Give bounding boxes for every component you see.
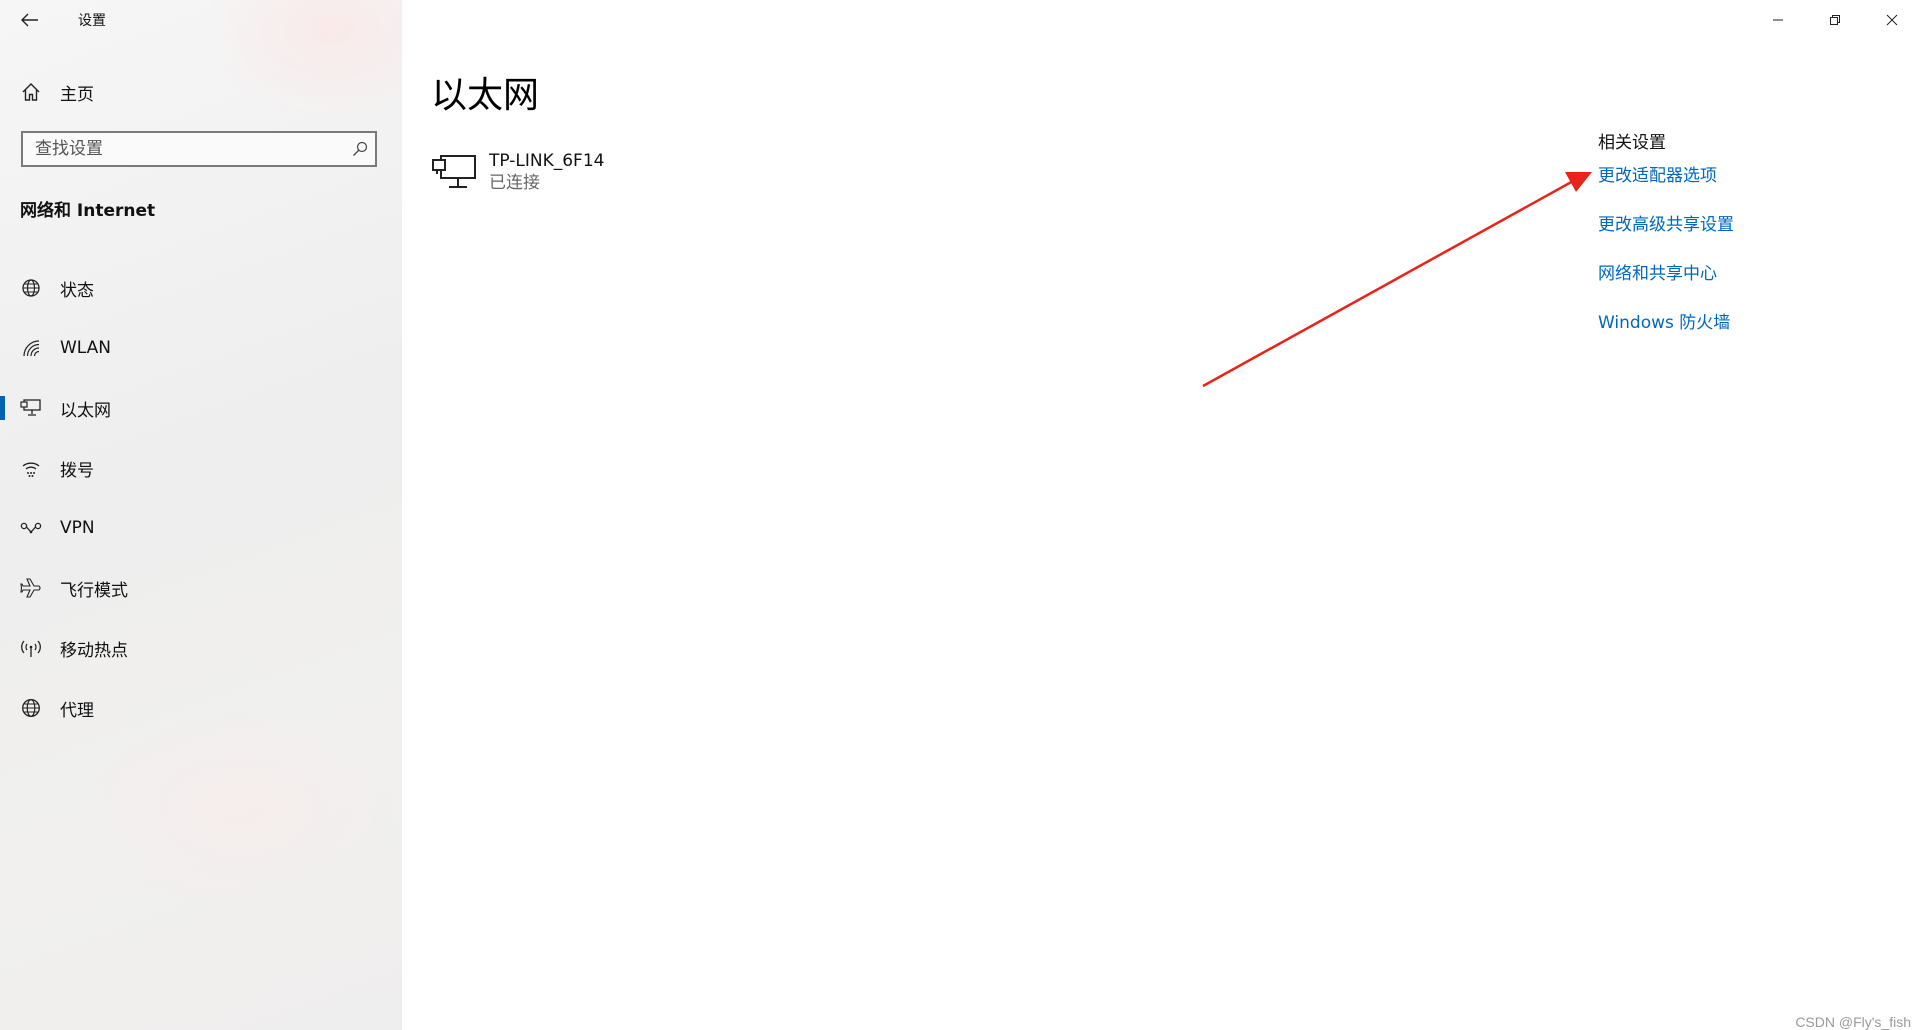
link-change-adapter-options[interactable]: 更改适配器选项 [1598, 165, 1734, 214]
home-label: 主页 [60, 84, 94, 105]
sidebar-item-label: 移动热点 [60, 640, 128, 661]
sidebar-item-proxy[interactable]: 代理 [0, 678, 402, 738]
network-item[interactable]: TP-LINK_6F14 已连接 [431, 150, 604, 194]
airplane-icon [20, 577, 42, 599]
restore-button[interactable] [1806, 0, 1863, 40]
vpn-icon [20, 517, 42, 539]
hotspot-icon [20, 637, 42, 659]
nav-list: 状态 WLAN 以太网 拨号 VPN 飞行模式 移动热点 代理 [0, 258, 402, 738]
app-title: 设置 [78, 13, 106, 29]
restore-icon [1829, 15, 1840, 25]
ethernet-icon [20, 397, 42, 419]
main-content: 以太网 TP-LINK_6F14 已连接 相关设置 更改适配器选项 更改高级共享… [402, 0, 1920, 1030]
sidebar-item-dialup[interactable]: 拨号 [0, 438, 402, 498]
minimize-icon [1772, 19, 1783, 21]
back-arrow-icon [21, 13, 38, 27]
window-controls [1749, 0, 1920, 40]
network-name: TP-LINK_6F14 [489, 151, 605, 171]
sidebar-item-vpn[interactable]: VPN [0, 498, 402, 558]
close-button[interactable] [1863, 0, 1920, 40]
page-title: 以太网 [431, 75, 540, 116]
minimize-button[interactable] [1749, 0, 1806, 40]
sidebar-item-label: WLAN [60, 338, 112, 358]
watermark: CSDN @Fly's_fish [1795, 1014, 1911, 1030]
sidebar-item-label: 状态 [60, 280, 94, 301]
sidebar-item-airplane[interactable]: 飞行模式 [0, 558, 402, 618]
back-button[interactable] [0, 0, 60, 40]
title-bar: 设置 [0, 0, 402, 40]
link-windows-firewall[interactable]: Windows 防火墙 [1598, 312, 1734, 361]
related-settings: 相关设置 更改适配器选项 更改高级共享设置 网络和共享中心 Windows 防火… [1598, 128, 1734, 361]
sidebar-item-label: 代理 [60, 700, 94, 721]
ethernet-network-icon [432, 155, 476, 188]
sidebar: 设置 主页 网络和 Internet [0, 0, 402, 1030]
search-icon[interactable] [345, 134, 375, 164]
network-status: 已连接 [489, 173, 540, 193]
sidebar-item-label: VPN [60, 518, 95, 538]
sidebar-item-home[interactable]: 主页 [0, 72, 402, 112]
globe-status-icon [20, 277, 42, 299]
search-box [21, 131, 377, 167]
sidebar-item-label: 以太网 [60, 400, 111, 421]
link-advanced-sharing[interactable]: 更改高级共享设置 [1598, 214, 1734, 263]
sidebar-item-wlan[interactable]: WLAN [0, 318, 402, 378]
sidebar-item-ethernet[interactable]: 以太网 [0, 378, 402, 438]
search-input[interactable] [23, 133, 345, 165]
globe-icon [20, 697, 42, 719]
sidebar-item-label: 飞行模式 [60, 580, 128, 601]
close-icon [1886, 14, 1897, 26]
sidebar-item-label: 拨号 [60, 460, 94, 481]
dialup-icon [20, 457, 42, 479]
related-settings-title: 相关设置 [1598, 133, 1666, 153]
sidebar-item-status[interactable]: 状态 [0, 258, 402, 318]
sidebar-item-hotspot[interactable]: 移动热点 [0, 618, 402, 678]
home-icon [20, 81, 42, 103]
selection-indicator [0, 396, 5, 420]
section-header: 网络和 Internet [20, 201, 156, 221]
wifi-icon [20, 337, 42, 359]
link-network-sharing-center[interactable]: 网络和共享中心 [1598, 263, 1734, 312]
